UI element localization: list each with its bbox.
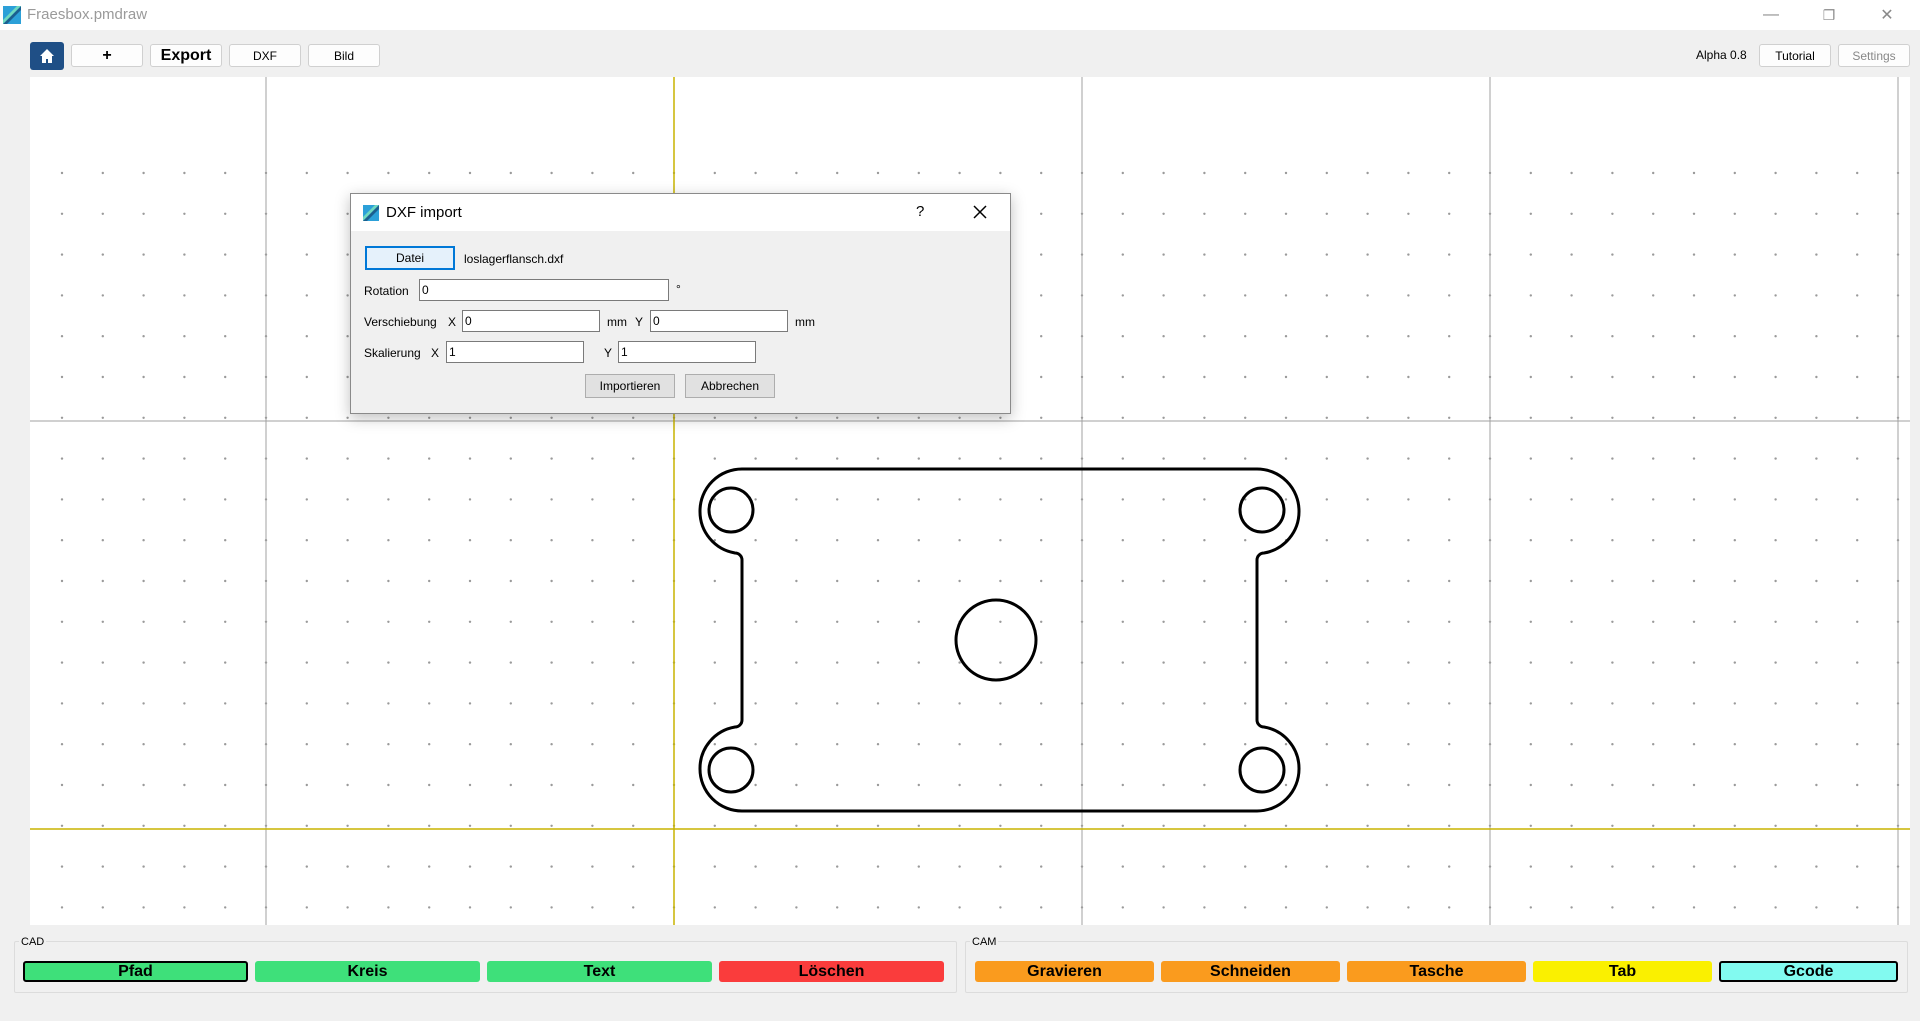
mounting-hole-top-left	[707, 486, 755, 534]
add-button[interactable]: +	[71, 44, 143, 67]
dialog-header: DXF import ?	[351, 194, 1010, 231]
flange-part[interactable]	[698, 467, 1301, 813]
shift-x-label: X	[448, 315, 457, 329]
scale-x-label: X	[431, 346, 440, 360]
version-label: Alpha 0.8	[1696, 48, 1747, 62]
rotation-label: Rotation	[364, 284, 409, 298]
mounting-hole-bottom-right	[1238, 746, 1286, 794]
tutorial-button[interactable]: Tutorial	[1759, 44, 1831, 67]
scale-y-label: Y	[604, 346, 613, 360]
tab-button[interactable]: Tab	[1533, 961, 1712, 982]
import-button[interactable]: Importieren	[585, 374, 675, 398]
export-button[interactable]: Export	[150, 44, 222, 67]
bild-button[interactable]: Bild	[308, 44, 380, 67]
settings-button[interactable]: Settings	[1838, 44, 1910, 67]
gcode-button[interactable]: Gcode	[1719, 961, 1898, 982]
home-icon	[40, 49, 54, 63]
mounting-hole-bottom-left	[707, 746, 755, 794]
close-window-button[interactable]: ✕	[1858, 0, 1916, 30]
close-icon[interactable]	[968, 200, 992, 224]
home-button[interactable]	[30, 42, 64, 70]
flange-outline	[698, 467, 1301, 813]
pfad-button[interactable]: Pfad	[23, 961, 248, 982]
shift-y-label: Y	[635, 315, 644, 329]
rotation-unit: °	[676, 282, 681, 296]
restore-button[interactable]: ❐	[1800, 0, 1858, 30]
tasche-button[interactable]: Tasche	[1347, 961, 1526, 982]
text-button[interactable]: Text	[487, 961, 712, 982]
app-icon	[3, 6, 21, 24]
cam-panel-label: CAM	[970, 936, 999, 948]
dialog-title: DXF import	[386, 204, 462, 221]
dxf-button[interactable]: DXF	[229, 44, 301, 67]
kreis-button[interactable]: Kreis	[255, 961, 480, 982]
shift-x-unit: mm	[607, 315, 627, 329]
center-bore	[954, 598, 1038, 682]
shift-y-input[interactable]	[650, 310, 788, 332]
cad-panel-label: CAD	[19, 936, 47, 948]
scale-label: Skalierung	[364, 346, 421, 360]
scale-x-input[interactable]	[446, 341, 584, 363]
shift-y-unit: mm	[795, 315, 815, 329]
cancel-button[interactable]: Abbrechen	[685, 374, 775, 398]
window-title: Fraesbox.pmdraw	[27, 6, 148, 23]
minimize-button[interactable]: —	[1742, 0, 1800, 30]
filename-label: loslagerflansch.dxf	[464, 252, 564, 266]
file-button[interactable]: Datei	[365, 246, 455, 270]
shift-label: Verschiebung	[364, 315, 437, 329]
help-button[interactable]: ?	[916, 203, 924, 220]
mounting-hole-top-right	[1238, 486, 1286, 534]
schneiden-button[interactable]: Schneiden	[1161, 961, 1340, 982]
loeschen-button[interactable]: Löschen	[719, 961, 944, 982]
gravieren-button[interactable]: Gravieren	[975, 961, 1154, 982]
window-titlebar: Fraesbox.pmdraw — ❐ ✕	[0, 0, 1920, 30]
scale-y-input[interactable]	[618, 341, 756, 363]
dxf-import-dialog: DXF import ? Datei loslagerflansch.dxf R…	[350, 193, 1011, 414]
dialog-app-icon	[363, 205, 379, 221]
shift-x-input[interactable]	[462, 310, 600, 332]
rotation-input[interactable]	[419, 279, 669, 301]
